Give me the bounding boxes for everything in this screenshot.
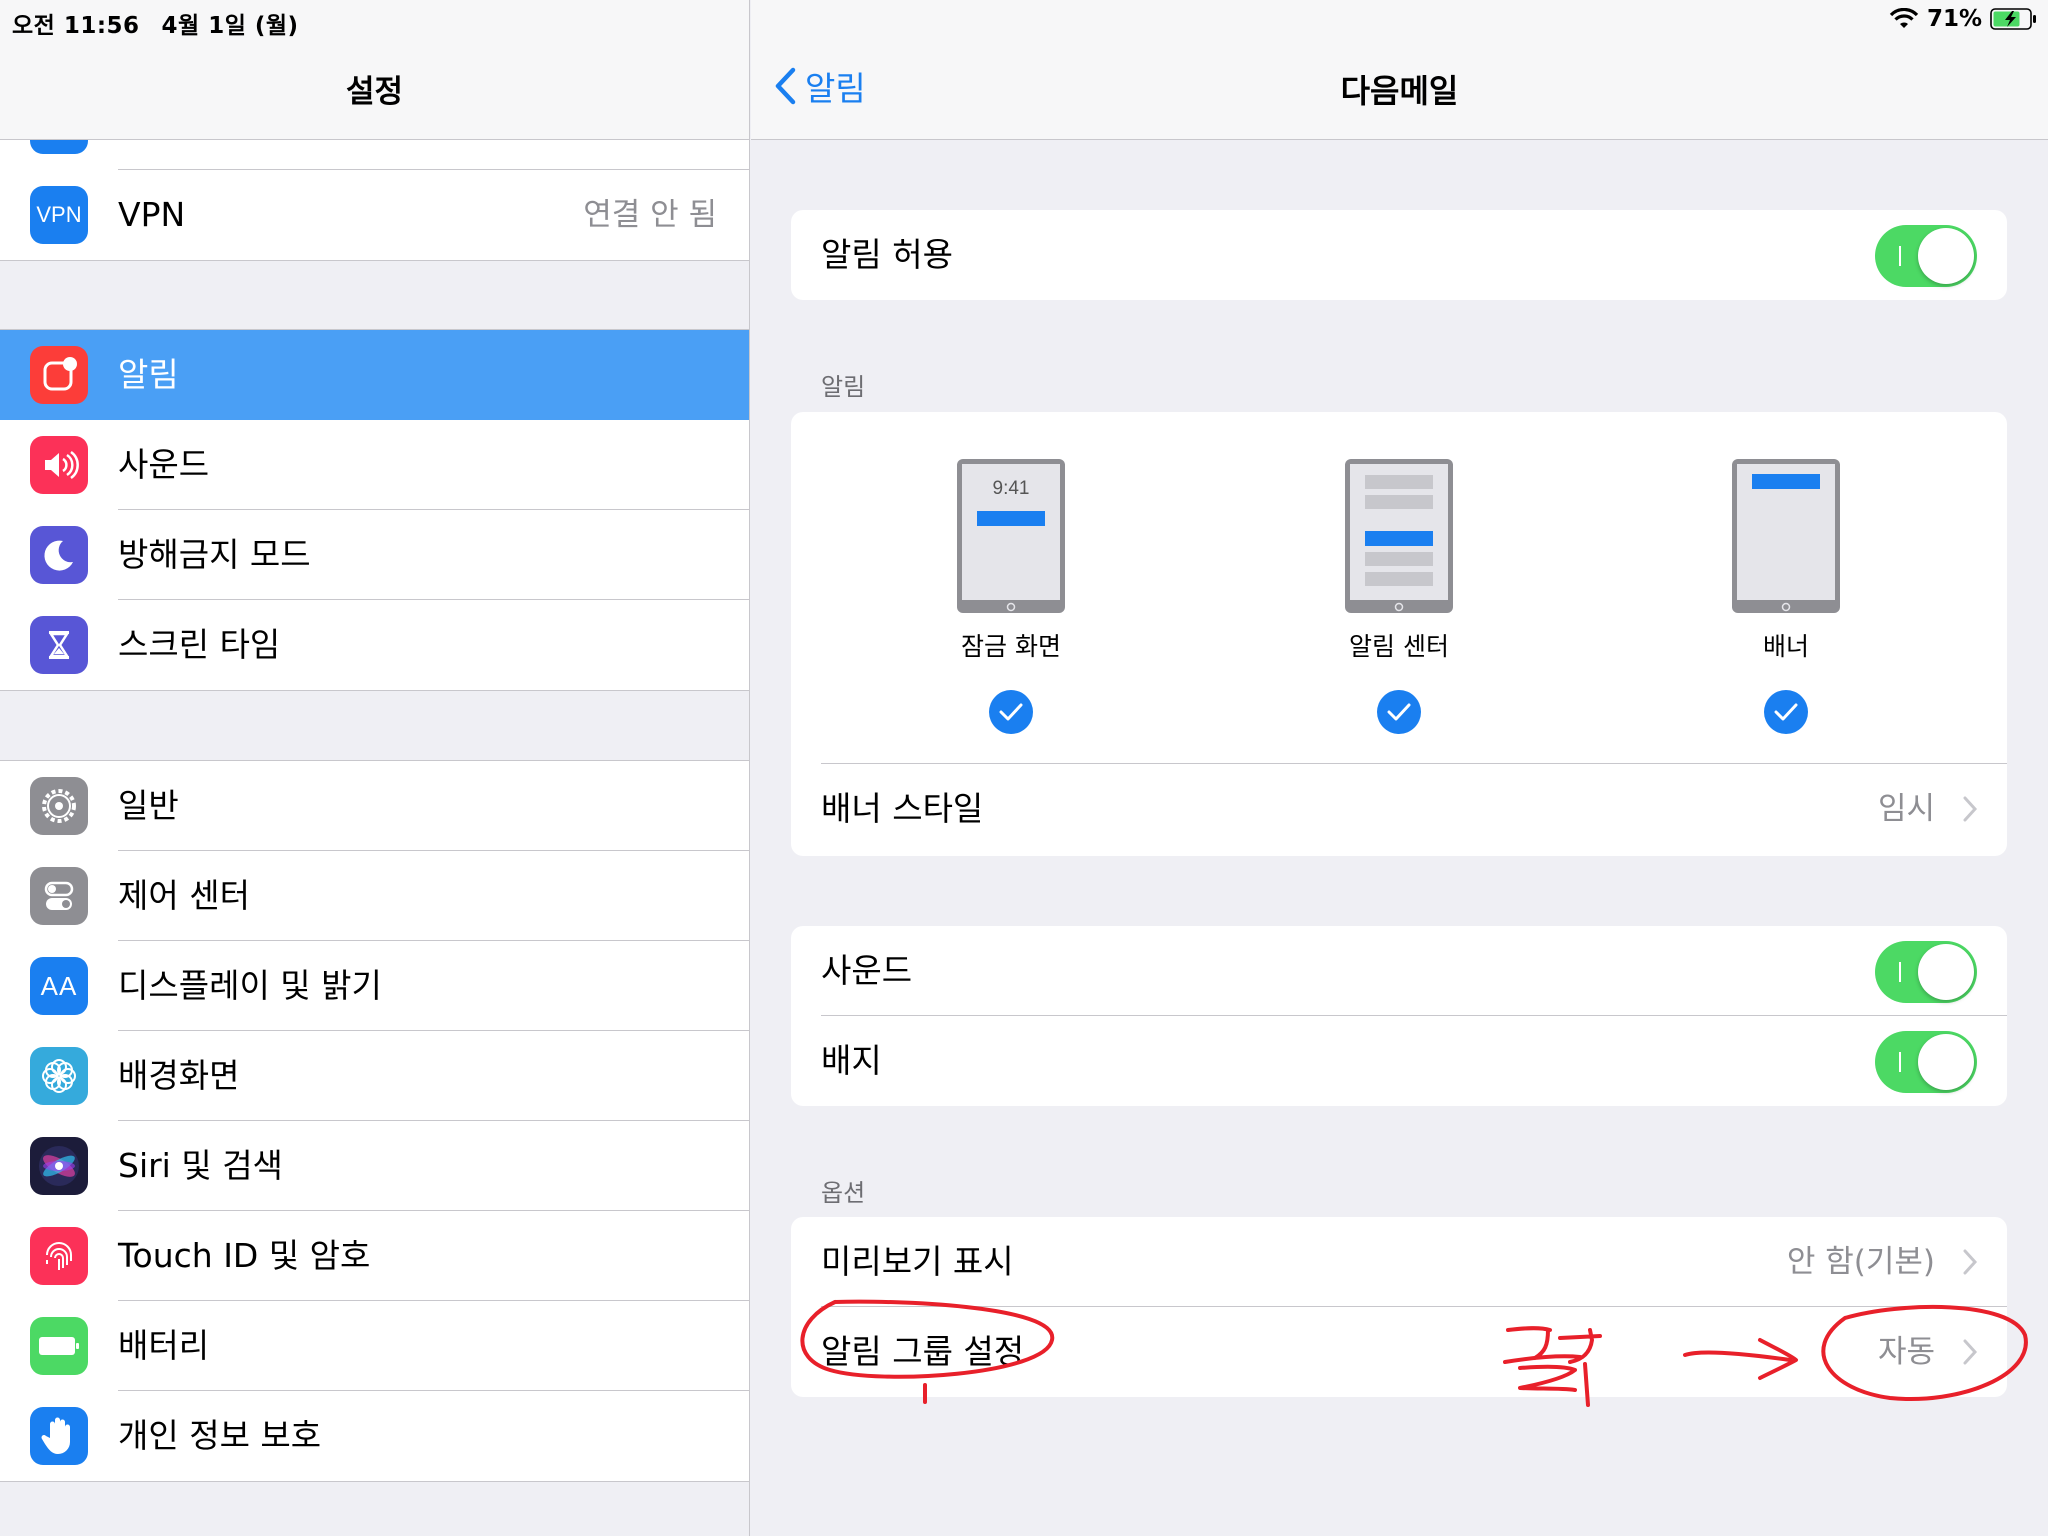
banner-style-label: 배너 스타일	[821, 789, 984, 828]
sound-badge-card: 사운드 배지	[791, 926, 2007, 1106]
siri-icon	[30, 1137, 88, 1195]
sidebar-item-general[interactable]: 일반	[0, 761, 749, 851]
sound-icon	[30, 436, 88, 494]
allow-notifications-toggle[interactable]	[1875, 225, 1977, 287]
sidebar-group-general: 일반 제어 센터 AA 디스플레이 및 밝기 배경화면 Siri 및 검색 To…	[0, 760, 749, 1482]
badge-label: 배지	[821, 1041, 882, 1080]
checkmark-icon[interactable]	[988, 689, 1034, 735]
show-previews-value: 안 함(기본)	[1786, 1244, 1935, 1280]
style-lock-screen[interactable]: 9:41 잠금 화면	[881, 412, 1141, 735]
hand-icon	[30, 1407, 88, 1465]
vpn-icon: VPN	[30, 186, 88, 244]
sidebar-item-label: 방해금지 모드	[118, 535, 311, 574]
sidebar-item-label: 디스플레이 및 밝기	[118, 966, 382, 1005]
flower-icon	[30, 1047, 88, 1105]
battery-charging-icon	[1990, 8, 2036, 30]
notification-grouping-label: 알림 그룹 설정	[821, 1332, 1025, 1371]
alerts-section-header: 알림	[821, 373, 866, 401]
style-notification-center[interactable]: 알림 센터	[1269, 412, 1529, 735]
sidebar-item-vpn[interactable]: VPN VPN 연결 안 됨	[0, 170, 749, 260]
allow-notifications-card: 알림 허용	[791, 210, 2007, 300]
allow-notifications-label: 알림 허용	[821, 235, 953, 274]
sidebar-item-touch-id[interactable]: Touch ID 및 암호	[0, 1211, 749, 1301]
badge-toggle[interactable]	[1875, 1031, 1977, 1093]
status-date: 4월 1일 (월)	[161, 13, 299, 39]
hourglass-icon	[30, 616, 88, 674]
page-title: 다음메일	[1340, 72, 1459, 110]
chevron-right-icon	[1963, 1249, 1978, 1275]
toggles-icon	[30, 867, 88, 925]
checkmark-icon[interactable]	[1763, 689, 1809, 735]
chevron-right-icon	[1963, 796, 1978, 822]
sidebar-item-battery[interactable]: 배터리	[0, 1301, 749, 1391]
sidebar-item-label: 일반	[118, 786, 179, 825]
wifi-icon	[1889, 8, 1919, 28]
sidebar-item-label: Siri 및 검색	[118, 1146, 283, 1185]
checkmark-icon[interactable]	[1376, 689, 1422, 735]
sidebar-item-label: 제어 센터	[118, 876, 250, 915]
svg-text:9:41: 9:41	[993, 478, 1030, 499]
sidebar-group-notifications: 알림 사운드 방해금지 모드 스크린 타임	[0, 329, 749, 691]
sidebar-item-display[interactable]: AA 디스플레이 및 밝기	[0, 941, 749, 1031]
sidebar-item-wallpaper[interactable]: 배경화면	[0, 1031, 749, 1121]
allow-notifications-row: 알림 허용	[791, 210, 2007, 300]
sound-toggle[interactable]	[1875, 941, 1977, 1003]
settings-sidebar: 설정 VPN VPN 연결 안 됨 알림 사운드 방해금지 모드 스크린 타임 …	[0, 0, 750, 1536]
status-bar: 오전 11:56 4월 1일 (월) 71%	[0, 0, 2048, 40]
notification-center-device-icon	[1345, 459, 1453, 613]
vpn-status: 연결 안 됨	[583, 197, 717, 233]
sidebar-item-control-center[interactable]: 제어 센터	[0, 851, 749, 941]
gear-icon	[30, 777, 88, 835]
sidebar-item-label: VPN	[118, 195, 186, 234]
style-banner[interactable]: 배너	[1656, 412, 1916, 735]
show-previews-label: 미리보기 표시	[821, 1242, 1014, 1281]
status-right: 71%	[1889, 6, 2038, 32]
sidebar-item-screen-time[interactable]: 스크린 타임	[0, 600, 749, 690]
banner-device-icon	[1732, 459, 1840, 613]
style-label: 배너	[1762, 632, 1809, 661]
alert-styles-card: 9:41 잠금 화면 알림 센터 배너 배너 스타일 임시	[791, 412, 2007, 856]
status-time: 오전 11:56	[12, 13, 140, 39]
notification-detail: 알림 다음메일 알림 허용 알림 9:41 잠금 화면 알림 센터 배너 배너 …	[751, 0, 2048, 1536]
sidebar-item-label: 사운드	[118, 445, 210, 484]
moon-icon	[30, 526, 88, 584]
badge-row: 배지	[791, 1016, 2007, 1106]
display-icon: AA	[30, 957, 88, 1015]
battery-percent: 71%	[1926, 6, 1982, 32]
status-left: 오전 11:56 4월 1일 (월)	[12, 6, 299, 40]
notifications-icon	[30, 346, 88, 404]
sidebar-item-label: 배경화면	[118, 1056, 240, 1095]
options-card: 미리보기 표시 안 함(기본) 알림 그룹 설정 자동	[791, 1217, 2007, 1397]
banner-style-row[interactable]: 배너 스타일 임시	[791, 764, 2007, 854]
sidebar-item-label: 스크린 타임	[118, 625, 281, 664]
lock-screen-device-icon: 9:41	[957, 459, 1065, 613]
sidebar-item-sound[interactable]: 사운드	[0, 420, 749, 510]
notification-grouping-row[interactable]: 알림 그룹 설정 자동	[791, 1307, 2007, 1397]
sidebar-item-label: 개인 정보 보호	[118, 1416, 322, 1455]
sidebar-item-privacy[interactable]: 개인 정보 보호	[0, 1391, 749, 1481]
style-label: 알림 센터	[1349, 632, 1449, 661]
chevron-right-icon	[1963, 1339, 1978, 1365]
sidebar-item-notifications[interactable]: 알림	[0, 330, 749, 420]
notification-grouping-value: 자동	[1877, 1334, 1935, 1370]
sidebar-item-label: Touch ID 및 암호	[118, 1236, 371, 1275]
alert-style-picker: 9:41 잠금 화면 알림 센터 배너	[791, 412, 2007, 764]
sidebar-item-siri[interactable]: Siri 및 검색	[0, 1121, 749, 1211]
sidebar-item-label: 배터리	[118, 1326, 210, 1365]
show-previews-row[interactable]: 미리보기 표시 안 함(기본)	[791, 1217, 2007, 1307]
sound-label: 사운드	[821, 951, 913, 990]
sidebar-item-do-not-disturb[interactable]: 방해금지 모드	[0, 510, 749, 600]
options-section-header: 옵션	[821, 1179, 866, 1207]
battery-icon	[30, 1317, 88, 1375]
sidebar-title: 설정	[345, 74, 404, 110]
style-label: 잠금 화면	[961, 632, 1061, 661]
fingerprint-icon	[30, 1227, 88, 1285]
banner-style-value: 임시	[1877, 791, 1935, 827]
sound-row: 사운드	[791, 926, 2007, 1016]
sidebar-item-label: 알림	[118, 355, 179, 394]
